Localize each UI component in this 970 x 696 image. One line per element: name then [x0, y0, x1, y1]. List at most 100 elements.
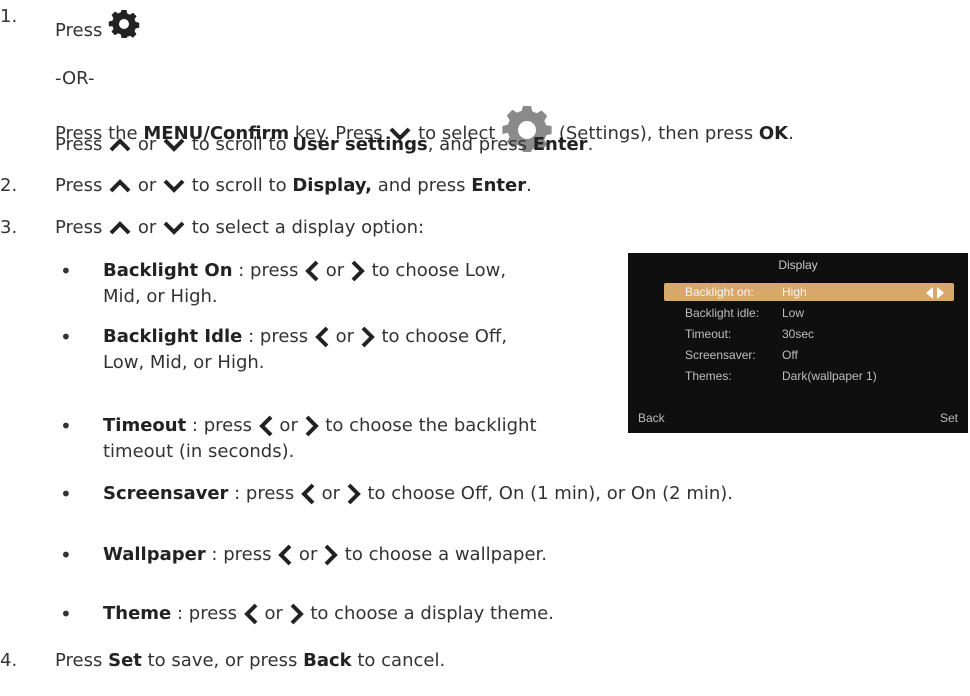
row-label: Themes: — [685, 369, 732, 383]
text: Press — [55, 650, 109, 671]
bullet: • — [60, 259, 72, 283]
row-value: Dark(wallpaper 1) — [782, 369, 877, 383]
gear-icon — [108, 8, 140, 40]
screen-row-backlight-idle[interactable]: Backlight idle: Low — [664, 304, 954, 322]
chevron-left-icon — [277, 544, 293, 566]
chevron-down-icon — [162, 220, 186, 236]
chevron-down-icon — [162, 137, 186, 153]
bullet: • — [60, 543, 72, 567]
chevron-up-icon — [108, 220, 132, 236]
text: or — [315, 483, 346, 504]
option-name: Backlight Idle — [103, 326, 243, 347]
option-name: Wallpaper — [103, 544, 206, 565]
text: and press — [371, 175, 472, 196]
set-key: Set — [108, 650, 142, 671]
text: Press — [55, 175, 109, 196]
screen-row-themes[interactable]: Themes: Dark(wallpaper 1) — [664, 367, 954, 385]
text: to choose Low, — [365, 260, 507, 281]
screen-row-backlight-on[interactable]: Backlight on: High — [664, 283, 954, 301]
text: or — [137, 134, 162, 155]
text: or — [273, 415, 304, 436]
row-value: 30sec — [782, 327, 815, 341]
option-name: Timeout — [103, 415, 187, 436]
row-label: Screensaver: — [685, 348, 756, 362]
chevron-up-icon — [108, 137, 132, 153]
row-label: Backlight on: — [685, 285, 754, 299]
row-label: Backlight idle: — [685, 306, 760, 320]
chevron-right-icon — [350, 260, 366, 282]
option-timeout-desc: timeout (in seconds). — [103, 441, 295, 462]
text: or — [258, 603, 289, 624]
step-number-4: 4. — [0, 650, 18, 671]
screen-title: Display — [778, 258, 818, 272]
bullet: • — [60, 414, 72, 438]
chevron-down-icon — [162, 178, 186, 194]
text: or — [329, 326, 360, 347]
option-backlight-on-desc: Mid, or High. — [103, 286, 218, 307]
step-1-or: -OR- — [55, 68, 95, 89]
step-number-1: 1. — [0, 6, 18, 27]
step-1-press-text: Press — [55, 20, 103, 41]
option-name: Theme — [103, 603, 172, 624]
step-2-line: Press or to scroll to Display, and press… — [55, 173, 532, 199]
text: : press — [186, 415, 258, 436]
chevron-left-icon — [300, 483, 316, 505]
option-wallpaper: Wallpaper : press or to choose a wallpap… — [103, 542, 547, 568]
option-backlight-on: Backlight On : press or to choose Low, — [103, 258, 506, 284]
option-theme: Theme : press or to choose a display the… — [103, 601, 554, 627]
ok-key: OK — [758, 123, 789, 144]
screen-row-screensaver[interactable]: Screensaver: Off — [664, 346, 954, 364]
text: : press — [171, 603, 243, 624]
text: to choose Off, — [375, 326, 508, 347]
row-value: Low — [782, 306, 805, 320]
chevron-right-icon — [323, 544, 339, 566]
chevron-right-icon — [360, 326, 376, 348]
step-number-3: 3. — [0, 217, 18, 238]
bullet: • — [60, 602, 72, 626]
display-screen: Display Backlight on: High Backlight idl… — [628, 253, 968, 433]
chevron-right-icon — [346, 483, 362, 505]
option-timeout: Timeout : press or to choose the backlig… — [103, 413, 537, 439]
row-value: Off — [782, 348, 798, 362]
enter-key: Enter — [471, 175, 527, 196]
text: to cancel. — [351, 650, 446, 671]
text: Press — [55, 217, 109, 238]
text: to scroll to — [191, 175, 293, 196]
text: Press — [55, 134, 109, 155]
chevron-left-icon — [304, 260, 320, 282]
option-name: Backlight On — [103, 260, 233, 281]
text: or — [320, 260, 350, 281]
text: or — [137, 175, 162, 196]
text: to select a display option: — [191, 217, 425, 238]
user-settings-label: User settings — [292, 134, 428, 155]
text: : press — [205, 544, 278, 565]
text: : press — [242, 326, 314, 347]
text: : press — [228, 483, 300, 504]
enter-key: Enter — [532, 134, 588, 155]
text: to scroll to — [191, 134, 293, 155]
back-softkey[interactable]: Back — [638, 411, 665, 425]
chevron-left-icon — [258, 415, 274, 437]
row-label: Timeout: — [685, 327, 732, 341]
text: to save, or press — [141, 650, 304, 671]
text: : press — [232, 260, 305, 281]
step-1-line-4: Press or to scroll to User settings, and… — [55, 132, 593, 158]
set-softkey[interactable]: Set — [940, 411, 958, 425]
chevron-right-icon — [304, 415, 320, 437]
text: to choose a wallpaper. — [339, 544, 548, 565]
text: or — [293, 544, 324, 565]
left-right-arrows-icon — [926, 286, 944, 304]
step-number-2: 2. — [0, 175, 18, 196]
step-1-line-1: Press — [55, 8, 140, 44]
text: to choose a display theme. — [304, 603, 554, 624]
text: or — [137, 217, 162, 238]
text: . — [788, 123, 794, 144]
text: . — [587, 134, 594, 155]
display-label: Display, — [292, 175, 372, 196]
chevron-right-icon — [289, 603, 305, 625]
screen-row-timeout[interactable]: Timeout: 30sec — [664, 325, 954, 343]
bullet: • — [60, 325, 72, 349]
chevron-up-icon — [108, 178, 132, 194]
text: to choose the backlight — [319, 415, 537, 436]
text: , and press — [427, 134, 533, 155]
